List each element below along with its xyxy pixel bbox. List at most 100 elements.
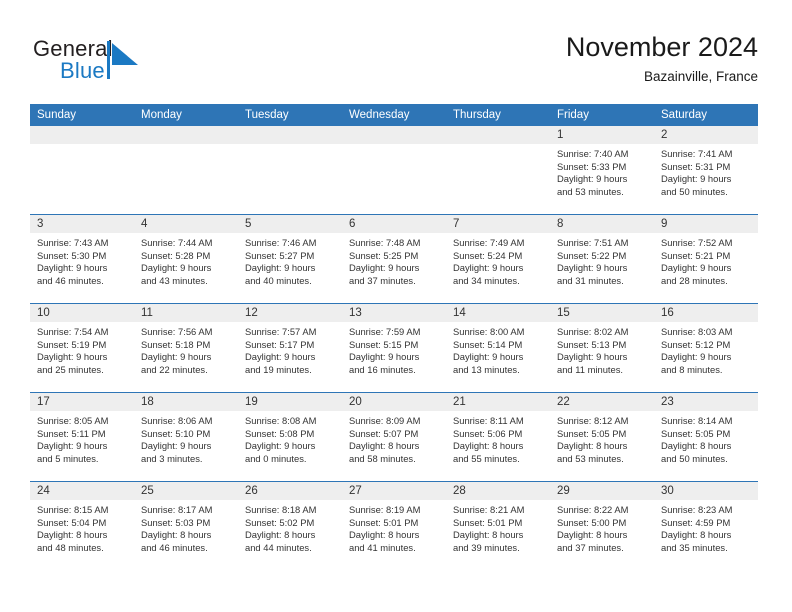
- sunset-text: Sunset: 5:06 PM: [453, 427, 523, 439]
- daylight-text-line1: Daylight: 9 hours: [245, 351, 316, 363]
- day-info: Sunrise: 7:49 AM Sunset: 5:24 PM Dayligh…: [446, 233, 550, 287]
- sunset-text: Sunset: 5:05 PM: [557, 427, 627, 439]
- day-cell[interactable]: 18 Sunrise: 8:06 AM Sunset: 5:10 PM Dayl…: [134, 393, 238, 481]
- sunrise-text: Sunrise: 7:59 AM: [349, 326, 421, 337]
- weekday-header-saturday: Saturday: [661, 109, 708, 121]
- daylight-text-line1: Daylight: 9 hours: [557, 173, 628, 185]
- day-cell[interactable]: 11 Sunrise: 7:56 AM Sunset: 5:18 PM Dayl…: [134, 304, 238, 392]
- day-number: 5: [238, 215, 342, 233]
- sunrise-text: Sunrise: 7:56 AM: [141, 326, 213, 337]
- day-cell[interactable]: 25 Sunrise: 8:17 AM Sunset: 5:03 PM Dayl…: [134, 482, 238, 570]
- day-cell[interactable]: 3 Sunrise: 7:43 AM Sunset: 5:30 PM Dayli…: [30, 215, 134, 303]
- day-info: Sunrise: 7:44 AM Sunset: 5:28 PM Dayligh…: [134, 233, 238, 287]
- sunset-text: Sunset: 5:17 PM: [245, 338, 315, 350]
- sunset-text: Sunset: 5:08 PM: [245, 427, 315, 439]
- day-info: Sunrise: 8:00 AM Sunset: 5:14 PM Dayligh…: [446, 322, 550, 376]
- sunrise-text: Sunrise: 7:40 AM: [557, 148, 629, 159]
- brand-logo[interactable]: General Blue: [33, 36, 243, 90]
- day-cell[interactable]: 17 Sunrise: 8:05 AM Sunset: 5:11 PM Dayl…: [30, 393, 134, 481]
- sunset-text: Sunset: 5:03 PM: [141, 516, 211, 528]
- week-row: 1 Sunrise: 7:40 AM Sunset: 5:33 PM Dayli…: [30, 126, 758, 214]
- sunrise-text: Sunrise: 8:23 AM: [661, 504, 733, 515]
- sunrise-text: Sunrise: 8:15 AM: [37, 504, 109, 515]
- daylight-text-line1: Daylight: 8 hours: [661, 529, 732, 541]
- day-cell[interactable]: 27 Sunrise: 8:19 AM Sunset: 5:01 PM Dayl…: [342, 482, 446, 570]
- weekday-header-tuesday: Tuesday: [245, 109, 289, 121]
- daylight-text-line2: and 46 minutes.: [37, 274, 104, 286]
- day-number: [342, 126, 446, 144]
- day-cell[interactable]: 13 Sunrise: 7:59 AM Sunset: 5:15 PM Dayl…: [342, 304, 446, 392]
- sunrise-text: Sunrise: 8:21 AM: [453, 504, 525, 515]
- sunset-text: Sunset: 5:01 PM: [349, 516, 419, 528]
- sunset-text: Sunset: 5:24 PM: [453, 249, 523, 261]
- day-cell[interactable]: 23 Sunrise: 8:14 AM Sunset: 5:05 PM Dayl…: [654, 393, 758, 481]
- daylight-text-line1: Daylight: 8 hours: [141, 529, 212, 541]
- day-cell[interactable]: 10 Sunrise: 7:54 AM Sunset: 5:19 PM Dayl…: [30, 304, 134, 392]
- day-info: Sunrise: 8:14 AM Sunset: 5:05 PM Dayligh…: [654, 411, 758, 465]
- sunset-text: Sunset: 5:30 PM: [37, 249, 107, 261]
- day-cell[interactable]: 8 Sunrise: 7:51 AM Sunset: 5:22 PM Dayli…: [550, 215, 654, 303]
- day-number: [446, 126, 550, 144]
- day-cell[interactable]: 9 Sunrise: 7:52 AM Sunset: 5:21 PM Dayli…: [654, 215, 758, 303]
- sunrise-text: Sunrise: 8:14 AM: [661, 415, 733, 426]
- day-cell[interactable]: 19 Sunrise: 8:08 AM Sunset: 5:08 PM Dayl…: [238, 393, 342, 481]
- day-info: Sunrise: 8:02 AM Sunset: 5:13 PM Dayligh…: [550, 322, 654, 376]
- daylight-text-line1: Daylight: 9 hours: [661, 351, 732, 363]
- day-cell[interactable]: 2 Sunrise: 7:41 AM Sunset: 5:31 PM Dayli…: [654, 126, 758, 214]
- sunrise-text: Sunrise: 7:51 AM: [557, 237, 629, 248]
- sunset-text: Sunset: 5:18 PM: [141, 338, 211, 350]
- day-number: 3: [30, 215, 134, 233]
- week-row: 3 Sunrise: 7:43 AM Sunset: 5:30 PM Dayli…: [30, 214, 758, 303]
- daylight-text-line1: Daylight: 9 hours: [37, 440, 108, 452]
- day-number: 27: [342, 482, 446, 500]
- sunrise-text: Sunrise: 7:48 AM: [349, 237, 421, 248]
- day-info: Sunrise: 8:21 AM Sunset: 5:01 PM Dayligh…: [446, 500, 550, 554]
- day-cell: [134, 126, 238, 214]
- day-cell[interactable]: 7 Sunrise: 7:49 AM Sunset: 5:24 PM Dayli…: [446, 215, 550, 303]
- daylight-text-line1: Daylight: 9 hours: [349, 351, 420, 363]
- day-info: Sunrise: 7:41 AM Sunset: 5:31 PM Dayligh…: [654, 144, 758, 198]
- day-cell[interactable]: 22 Sunrise: 8:12 AM Sunset: 5:05 PM Dayl…: [550, 393, 654, 481]
- day-number: 10: [30, 304, 134, 322]
- day-cell[interactable]: 16 Sunrise: 8:03 AM Sunset: 5:12 PM Dayl…: [654, 304, 758, 392]
- day-cell[interactable]: 1 Sunrise: 7:40 AM Sunset: 5:33 PM Dayli…: [550, 126, 654, 214]
- page-title: November 2024: [565, 32, 758, 62]
- sunset-text: Sunset: 5:33 PM: [557, 160, 627, 172]
- daylight-text-line2: and 34 minutes.: [453, 274, 520, 286]
- daylight-text-line1: Daylight: 8 hours: [245, 529, 316, 541]
- daylight-text-line2: and 48 minutes.: [37, 541, 104, 553]
- daylight-text-line1: Daylight: 8 hours: [557, 440, 628, 452]
- day-cell[interactable]: 6 Sunrise: 7:48 AM Sunset: 5:25 PM Dayli…: [342, 215, 446, 303]
- day-cell[interactable]: 4 Sunrise: 7:44 AM Sunset: 5:28 PM Dayli…: [134, 215, 238, 303]
- day-cell[interactable]: 28 Sunrise: 8:21 AM Sunset: 5:01 PM Dayl…: [446, 482, 550, 570]
- day-cell[interactable]: 20 Sunrise: 8:09 AM Sunset: 5:07 PM Dayl…: [342, 393, 446, 481]
- sunrise-text: Sunrise: 7:46 AM: [245, 237, 317, 248]
- daylight-text-line2: and 44 minutes.: [245, 541, 312, 553]
- day-cell[interactable]: 14 Sunrise: 8:00 AM Sunset: 5:14 PM Dayl…: [446, 304, 550, 392]
- day-cell[interactable]: 12 Sunrise: 7:57 AM Sunset: 5:17 PM Dayl…: [238, 304, 342, 392]
- day-cell[interactable]: 29 Sunrise: 8:22 AM Sunset: 5:00 PM Dayl…: [550, 482, 654, 570]
- sunset-text: Sunset: 4:59 PM: [661, 516, 731, 528]
- day-info: Sunrise: 7:51 AM Sunset: 5:22 PM Dayligh…: [550, 233, 654, 287]
- weekday-header-sunday: Sunday: [37, 109, 77, 121]
- sunrise-text: Sunrise: 8:11 AM: [453, 415, 524, 426]
- sunset-text: Sunset: 5:10 PM: [141, 427, 211, 439]
- daylight-text-line2: and 50 minutes.: [661, 452, 728, 464]
- daylight-text-line2: and 11 minutes.: [557, 363, 624, 375]
- day-number: 19: [238, 393, 342, 411]
- daylight-text-line2: and 43 minutes.: [141, 274, 208, 286]
- day-cell[interactable]: 26 Sunrise: 8:18 AM Sunset: 5:02 PM Dayl…: [238, 482, 342, 570]
- sunrise-text: Sunrise: 8:12 AM: [557, 415, 629, 426]
- day-cell[interactable]: 15 Sunrise: 8:02 AM Sunset: 5:13 PM Dayl…: [550, 304, 654, 392]
- day-cell[interactable]: 24 Sunrise: 8:15 AM Sunset: 5:04 PM Dayl…: [30, 482, 134, 570]
- day-cell: [446, 126, 550, 214]
- daylight-text-line2: and 13 minutes.: [453, 363, 520, 375]
- sunrise-text: Sunrise: 7:57 AM: [245, 326, 317, 337]
- day-cell[interactable]: 30 Sunrise: 8:23 AM Sunset: 4:59 PM Dayl…: [654, 482, 758, 570]
- day-info: Sunrise: 8:17 AM Sunset: 5:03 PM Dayligh…: [134, 500, 238, 554]
- daylight-text-line1: Daylight: 8 hours: [453, 529, 524, 541]
- weekday-header-monday: Monday: [141, 109, 182, 121]
- day-number: 23: [654, 393, 758, 411]
- day-cell[interactable]: 5 Sunrise: 7:46 AM Sunset: 5:27 PM Dayli…: [238, 215, 342, 303]
- day-cell[interactable]: 21 Sunrise: 8:11 AM Sunset: 5:06 PM Dayl…: [446, 393, 550, 481]
